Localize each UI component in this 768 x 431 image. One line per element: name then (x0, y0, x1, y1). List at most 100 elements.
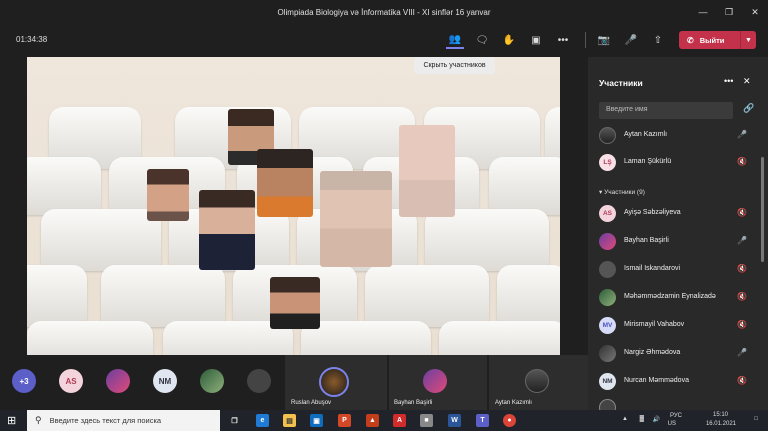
participant-name: Nurcan Məmmədova (624, 377, 689, 384)
participants-icon[interactable]: 👥 (446, 31, 464, 49)
powerpoint-icon[interactable]: P (338, 414, 351, 427)
rooms-icon[interactable]: ▣ (527, 31, 545, 49)
chrome-icon[interactable]: ● (503, 414, 516, 427)
share-link-icon[interactable]: 🔗 (743, 103, 754, 114)
seat (101, 265, 225, 327)
app-icon[interactable]: ▲ (366, 414, 379, 427)
search-icon: ⚲ (35, 415, 42, 425)
participant-name: Ayişə Səbzəliyeva (624, 209, 681, 216)
avatar: MV (599, 317, 616, 334)
mic-muted-icon: 🔇 (737, 292, 747, 301)
participant-row[interactable]: MV Mirismayil Vahabov 🔇 (599, 315, 759, 337)
participant-row[interactable]: Ismail Iskandarovi 🔇 (599, 259, 759, 281)
chevron-down-icon[interactable]: ▼ (740, 31, 756, 49)
maximize-icon[interactable]: ❐ (716, 0, 742, 24)
participant-name: Laman Şükürlü (624, 158, 672, 165)
avatar (319, 367, 349, 397)
participant-name: Mirismayil Vahabov (624, 321, 685, 328)
participant-video (257, 149, 313, 217)
seat (27, 157, 101, 215)
avatar (200, 369, 224, 393)
participant-strip: +3 AS NM Ruslan Abuşov Bayhan Başirli Ay… (0, 355, 588, 410)
avatar (247, 369, 271, 393)
participant-video (399, 125, 455, 217)
participants-panel: Участники ••• ✕ Введите имя 🔗 Aytan Kazı… (588, 57, 768, 410)
seat (27, 321, 153, 355)
microphone-icon[interactable]: 🎤 (622, 31, 640, 49)
participants-section-header[interactable]: ▾ Участники (9) (599, 188, 645, 196)
participant-row[interactable]: NM Nurcan Məmmədova 🔇 (599, 371, 759, 393)
windows-start-icon[interactable]: ⊞ (7, 414, 16, 427)
more-actions-icon[interactable]: ••• (554, 31, 572, 49)
microphone-icon: 🎤 (737, 130, 747, 139)
panel-more-icon[interactable]: ••• (724, 76, 733, 86)
acrobat-icon[interactable]: A (393, 414, 406, 427)
meeting-timer: 01:34:38 (16, 35, 48, 44)
leave-label: Выйти (699, 35, 725, 45)
avatar (599, 261, 616, 278)
participant-name: Məhəmmədzamin Eynalizadə (624, 293, 716, 300)
participant-row[interactable]: Aytan Kazımlı 🎤 (599, 125, 759, 147)
store-icon[interactable]: ▣ (310, 414, 323, 427)
toolbar-divider (585, 32, 586, 48)
chevron-up-icon[interactable]: ▲ (622, 416, 628, 422)
participant-row[interactable] (599, 397, 759, 410)
mic-muted-icon: 🔇 (737, 208, 747, 217)
notifications-icon[interactable]: □ (754, 416, 758, 422)
avatar: NM (153, 369, 177, 393)
raise-hand-icon[interactable]: ✋ (500, 31, 518, 49)
avatar (423, 369, 447, 393)
panel-scrollbar[interactable] (761, 157, 764, 262)
avatar (525, 369, 549, 393)
language-indicator-top[interactable]: РУС (670, 413, 682, 419)
panel-title: Участники (599, 78, 643, 88)
avatar: AS (59, 369, 83, 393)
close-window-icon[interactable]: ✕ (742, 0, 768, 24)
seat (497, 265, 560, 327)
edge-icon[interactable]: e (256, 414, 269, 427)
participant-name: Bayhan Başirli (624, 237, 669, 244)
volume-icon[interactable]: 🔊 (653, 416, 660, 423)
participant-row[interactable]: LŞ Laman Şükürlü 🔇 (599, 152, 759, 174)
participant-tile[interactable]: Bayhan Başirli (389, 355, 487, 410)
participant-tile[interactable]: Ruslan Abuşov (285, 355, 387, 410)
taskbar-search-input[interactable]: ⚲ Введите здесь текст для поиска (27, 410, 220, 431)
seat (27, 265, 87, 327)
taskbar: ⊞ ⚲ Введите здесь текст для поиска ❐ e ▤… (0, 410, 768, 431)
avatar: NM (599, 373, 616, 390)
word-icon[interactable]: W (448, 414, 461, 427)
participant-row[interactable]: AS Ayişə Səbzəliyeva 🔇 (599, 203, 759, 225)
chat-icon[interactable]: 🗨 (473, 31, 491, 49)
participant-name: Ismail Iskandarovi (624, 265, 681, 272)
participant-row[interactable]: Nargiz Əhmədova 🎤 (599, 343, 759, 365)
participant-tile[interactable]: Aytan Kazımlı (489, 355, 588, 410)
avatar (599, 233, 616, 250)
participant-video (320, 171, 392, 267)
seat (41, 209, 161, 271)
seat (425, 209, 549, 271)
microphone-icon: 🎤 (737, 236, 747, 245)
window-title: Olimpiada Biologiya və İnformatika VIII … (277, 7, 491, 17)
clock-time[interactable]: 15:10 (713, 412, 728, 418)
network-icon[interactable]: ▓ (640, 416, 644, 422)
mic-muted-icon: 🔇 (737, 376, 747, 385)
task-view-icon[interactable]: ❐ (228, 414, 241, 427)
minimize-icon[interactable]: — (690, 0, 716, 24)
seat (301, 321, 431, 355)
more-participants-badge[interactable]: +3 (12, 369, 36, 393)
participant-row[interactable]: Məhəmmədzamin Eynalizadə 🔇 (599, 287, 759, 309)
mic-muted-icon: 🔇 (737, 264, 747, 273)
taskbar-search-placeholder: Введите здесь текст для поиска (49, 416, 162, 425)
participant-row[interactable]: Bayhan Başirli 🎤 (599, 231, 759, 253)
teams-icon[interactable]: T (476, 414, 489, 427)
file-explorer-icon[interactable]: ▤ (283, 414, 296, 427)
avatar (106, 369, 130, 393)
camera-off-icon[interactable]: 📷 (595, 31, 613, 49)
participant-search-input[interactable]: Введите имя (599, 102, 733, 119)
language-indicator-bottom[interactable]: US (668, 421, 676, 427)
close-icon[interactable]: ✕ (743, 76, 751, 87)
leave-button[interactable]: ✆ Выйти ▼ (679, 31, 756, 49)
app-icon[interactable]: ■ (420, 414, 433, 427)
clock-date[interactable]: 16.01.2021 (706, 421, 736, 427)
share-screen-icon[interactable]: ⇧ (649, 31, 667, 49)
